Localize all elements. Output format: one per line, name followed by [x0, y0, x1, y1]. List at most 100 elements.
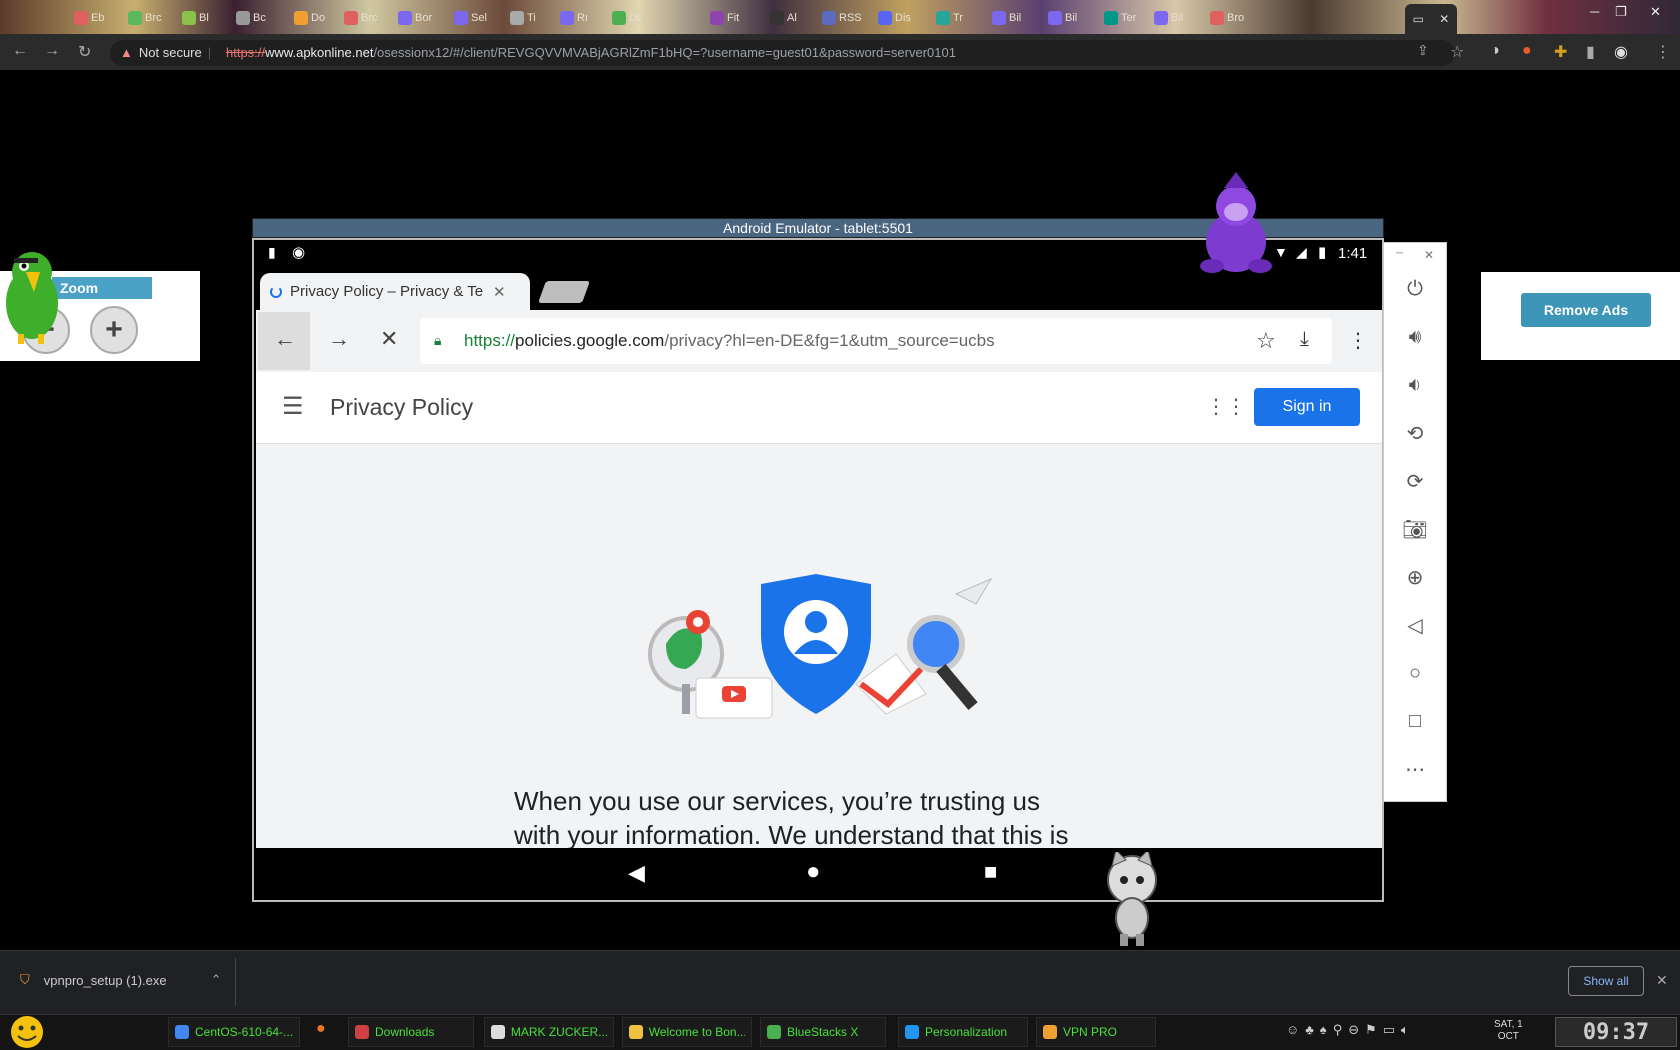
close-tab-icon[interactable]: ✕ — [493, 283, 506, 301]
minimize-icon[interactable]: ─ — [1590, 4, 1599, 19]
date-display: SAT, 1 OCT — [1494, 1019, 1523, 1042]
window-close-icon[interactable]: ✕ — [1650, 4, 1661, 20]
tab-favicon-icon — [1104, 11, 1118, 25]
start-smiley-icon[interactable] — [6, 1014, 48, 1050]
chrome-menu-icon[interactable]: ⋮ — [1348, 328, 1368, 353]
taskbar-item[interactable]: Downloads — [348, 1017, 474, 1047]
browser-tab[interactable]: Eb — [70, 6, 108, 30]
more-icon[interactable]: ⋯ — [1398, 752, 1432, 786]
volume-up-icon[interactable]: 🔊︎ — [1398, 320, 1432, 354]
stop-loading-icon[interactable]: ✕ — [380, 326, 398, 352]
close-tab-icon[interactable]: ✕ — [1439, 12, 1449, 26]
puzzle-icon[interactable]: ✚ — [1554, 42, 1567, 62]
close-downloads-icon[interactable]: ✕ — [1656, 972, 1668, 989]
browser-tab[interactable]: Brc — [124, 6, 166, 30]
chrome-back-icon[interactable]: ← — [274, 326, 296, 352]
sign-in-button[interactable]: Sign in — [1254, 388, 1360, 426]
home-icon[interactable]: ○ — [1398, 656, 1432, 690]
status-time: 1:41 — [1338, 245, 1368, 262]
browser-tab[interactable]: Bor — [394, 6, 436, 30]
chrome-url[interactable]: https://policies.google.com/privacy?hl=e… — [464, 331, 995, 351]
security-indicator[interactable]: ▲ Not secure | — [120, 45, 211, 60]
remove-ads-button[interactable]: Remove Ads — [1521, 293, 1651, 327]
taskbar-item[interactable]: BlueStacks X — [760, 1017, 886, 1047]
browser-tab[interactable]: Bro — [1206, 6, 1248, 30]
panel-minimize-icon[interactable]: ─ — [1396, 248, 1403, 259]
nav-home-icon[interactable]: ● — [806, 858, 821, 886]
camera-icon[interactable]: 📷︎ — [1398, 512, 1432, 546]
taskbar-app-icon — [1043, 1025, 1057, 1039]
browser-tab[interactable]: Dis — [874, 6, 915, 30]
hamburger-menu-icon[interactable]: ☰ — [282, 392, 304, 421]
extension-translate-icon[interactable]: ◑ — [1490, 42, 1500, 60]
restore-icon[interactable]: ❐ — [1615, 4, 1627, 20]
browser-tab[interactable]: Fit — [706, 6, 743, 30]
browser-tab[interactable]: Bil — [1150, 6, 1187, 30]
download-item[interactable]: ⛉ vpnpro_setup (1).exe ⌃ — [20, 972, 222, 988]
browser-tab[interactable]: Tr — [932, 6, 967, 30]
chrome-forward-icon[interactable]: → — [328, 326, 350, 352]
chevron-up-icon[interactable]: ⌃ — [211, 972, 222, 988]
taskbar-item[interactable]: CentOS-610-64-... — [168, 1017, 300, 1047]
browser-tab[interactable]: Sel — [450, 6, 491, 30]
profile-avatar-icon[interactable]: ◉ — [1614, 42, 1628, 62]
taskbar-item[interactable]: Welcome to Bon... — [622, 1017, 752, 1047]
show-all-button[interactable]: Show all — [1568, 966, 1644, 996]
active-browser-tab[interactable]: ▭ ✕ — [1405, 4, 1457, 34]
nav-back-icon[interactable]: ◀ — [628, 860, 645, 886]
taskbar-app-icon — [491, 1025, 505, 1039]
tab-favicon-icon — [344, 11, 358, 25]
browser-tab[interactable]: Bil — [1044, 6, 1081, 30]
download-icon[interactable]: ⤓ — [1300, 328, 1309, 351]
zoom-in-icon[interactable]: ⊕ — [1398, 560, 1432, 594]
system-tray-icons[interactable]: ☺♣♠⚲⊖⚑▭🔈︎ — [1286, 1022, 1415, 1038]
divider — [235, 958, 236, 1006]
back-icon[interactable]: ◁ — [1398, 608, 1432, 642]
browser-tab[interactable]: Rı — [556, 6, 592, 30]
browser-tab[interactable]: Dc — [608, 6, 646, 30]
browser-url[interactable]: https://www.apkonline.net/osessionx12/#/… — [226, 45, 956, 60]
browser-tab[interactable]: Ter — [1100, 6, 1140, 30]
tab-favicon-icon — [74, 11, 88, 25]
record-icon: ◉ — [292, 244, 306, 261]
overview-icon[interactable]: □ — [1398, 704, 1432, 738]
browser-tab[interactable]: Bil — [988, 6, 1025, 30]
tab-favicon-icon — [510, 11, 524, 25]
firefox-icon[interactable]: ● — [316, 1020, 326, 1038]
panel-close-icon[interactable]: ✕ — [1424, 248, 1434, 262]
share-icon[interactable]: ⇪ — [1417, 42, 1429, 59]
rotate-left-icon[interactable]: ⟲ — [1398, 416, 1432, 450]
browser-tab[interactable]: Bl — [178, 6, 213, 30]
browser-tab[interactable]: Ti — [506, 6, 540, 30]
zoom-in-button[interactable]: + — [90, 306, 138, 354]
chrome-tab-privacy[interactable]: Privacy Policy – Privacy & Te ✕ — [260, 273, 530, 310]
tab-favicon-icon — [1154, 11, 1168, 25]
forward-arrow-icon[interactable]: → — [44, 42, 60, 60]
sidebar-icon[interactable]: ▮ — [1586, 42, 1595, 62]
taskbar-item[interactable]: MARK ZUCKER... — [484, 1017, 614, 1047]
taskbar-item[interactable]: Personalization — [898, 1017, 1028, 1047]
parrot-mascot-icon — [6, 252, 58, 344]
new-tab-button[interactable] — [537, 281, 591, 303]
browser-tab[interactable]: Brc — [340, 6, 382, 30]
wifi-icon: ▼ — [1274, 244, 1288, 260]
tab-favicon-icon — [878, 11, 892, 25]
taskbar-item[interactable]: VPN PRO — [1036, 1017, 1156, 1047]
volume-down-icon[interactable]: 🔉︎ — [1398, 368, 1432, 402]
reload-icon[interactable]: ↻ — [78, 42, 91, 62]
browser-tab[interactable]: RSS — [818, 6, 866, 30]
tab-favicon-icon — [560, 11, 574, 25]
tab-favicon-icon — [822, 11, 836, 25]
bookmark-star-icon[interactable]: ☆ — [1450, 42, 1464, 62]
nav-overview-icon[interactable]: ■ — [984, 859, 997, 885]
kebab-menu-icon[interactable]: ⋮ — [1655, 42, 1671, 62]
extension-icon[interactable]: ● — [1522, 42, 1532, 60]
power-icon[interactable]: ⏻ — [1398, 272, 1432, 306]
browser-tab[interactable]: Do — [290, 6, 329, 30]
rotate-right-icon[interactable]: ⟳ — [1398, 464, 1432, 498]
bookmark-star-icon[interactable]: ☆ — [1256, 328, 1276, 354]
browser-tab[interactable]: Bc — [232, 6, 270, 30]
browser-tab[interactable]: Al — [766, 6, 801, 30]
battery-icon: ▮ — [1318, 244, 1327, 261]
back-arrow-icon[interactable]: ← — [12, 42, 28, 60]
